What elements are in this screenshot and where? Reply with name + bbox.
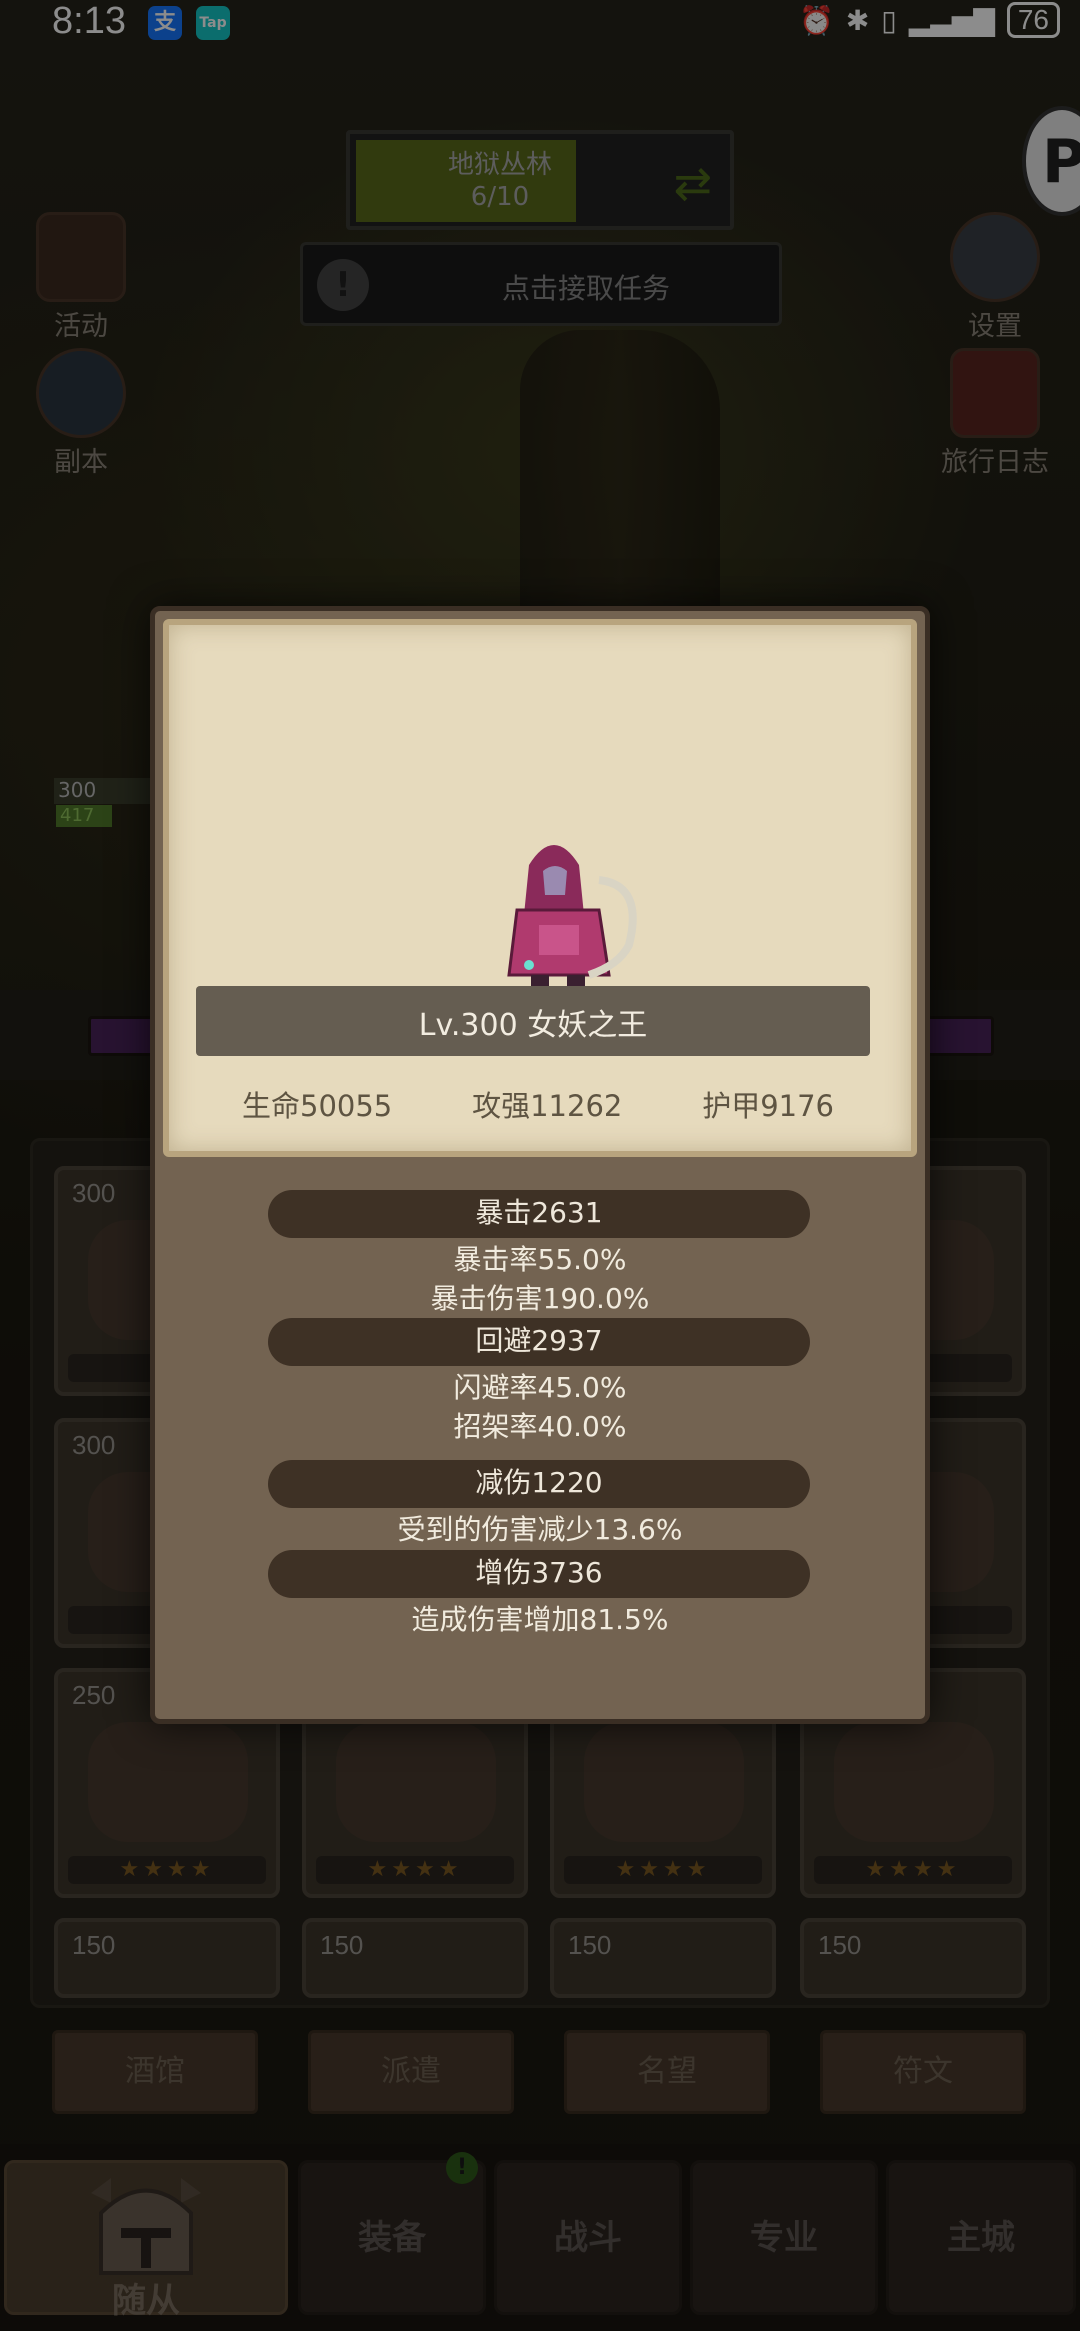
stat-armor: 护甲9176 (702, 1089, 834, 1123)
stat-damage-taken: 受到的伤害减少13.6% (397, 1513, 683, 1546)
stat-boost-header: 增伤3736 (268, 1550, 810, 1598)
hero-sprite (499, 845, 637, 1004)
stat-crit-header: 暴击2631 (268, 1190, 810, 1238)
stat-health: 生命50055 (242, 1089, 393, 1123)
stat-crit-rate: 暴击率55.0% (453, 1243, 627, 1276)
stat-damage-dealt: 造成伤害增加81.5% (411, 1603, 669, 1636)
stat-reduction-header: 减伤1220 (268, 1460, 810, 1508)
stat-attack: 攻强11262 (472, 1089, 623, 1123)
hero-name-banner: Lv.300 女妖之王 (196, 986, 870, 1056)
parchment-panel (163, 619, 917, 1157)
hero-name: Lv.300 女妖之王 (418, 1008, 648, 1043)
stat-evasion-header: 回避2937 (268, 1318, 810, 1366)
base-stats: 生命50055 攻强11262 护甲9176 (208, 1083, 868, 1123)
stat-crit-damage: 暴击伤害190.0% (430, 1282, 650, 1315)
stat-parry-rate: 招架率40.0% (453, 1410, 627, 1443)
stat-dodge-rate: 闪避率45.0% (453, 1371, 627, 1404)
